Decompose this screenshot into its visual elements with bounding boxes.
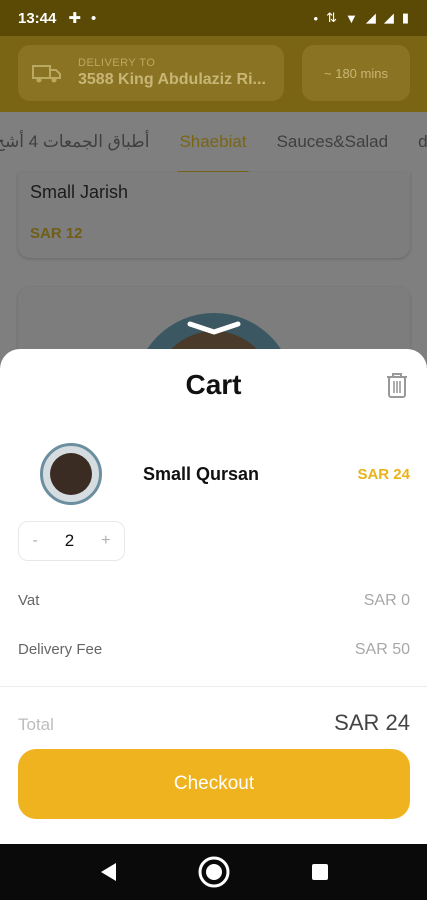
tab-desserts[interactable]: de (418, 132, 427, 152)
medical-cross-icon: ✚ (68, 10, 81, 27)
battery-icon: ▮ (401, 10, 409, 25)
delivery-fee-value: SAR 50 (354, 641, 410, 658)
menu-item-price: SAR 12 (30, 225, 83, 242)
sheet-handle-chevron-icon[interactable] (186, 320, 242, 336)
header: DELIVERY TO 3588 King Abdulaziz Ri... ~ … (0, 36, 427, 112)
delivery-label: DELIVERY TO (78, 57, 156, 69)
increase-quantity-button[interactable]: + (101, 532, 110, 550)
category-tabs: أطباق الجمعات 4 أشخ Shaebiat Sauces&Sala… (0, 112, 427, 172)
back-icon[interactable] (91, 855, 125, 889)
cart-title: Cart (185, 369, 242, 400)
notification-dot-icon: • (313, 10, 319, 26)
data-arrows-icon: ⇅ (326, 10, 337, 25)
total-label: Total (18, 715, 54, 734)
delivery-address-selector[interactable]: DELIVERY TO 3588 King Abdulaziz Ri... (18, 45, 284, 101)
notification-dot-icon: • (90, 9, 97, 27)
vat-row: Vat SAR 0 (18, 592, 410, 610)
vat-label: Vat (18, 592, 40, 609)
total-value: SAR 24 (334, 710, 410, 735)
checkout-button[interactable]: Checkout (18, 749, 410, 819)
tab-sauces-salad[interactable]: Sauces&Salad (277, 132, 389, 152)
vat-value: SAR 0 (363, 592, 410, 609)
decrease-quantity-button[interactable]: - (32, 532, 37, 550)
total-row: Total SAR 24 (18, 710, 410, 736)
recents-icon[interactable] (303, 855, 337, 889)
divider (0, 686, 427, 687)
delivery-address: 3588 King Abdulaziz Ri... (78, 71, 266, 88)
cart-item-image (40, 443, 102, 505)
delivery-fee-row: Delivery Fee SAR 50 (18, 641, 410, 659)
signal-icon-2: ◢ (383, 10, 394, 25)
quantity-value: 2 (64, 531, 75, 550)
eta-badge: ~ 180 mins (302, 45, 410, 101)
cart-item-name: Small Qursan (143, 464, 260, 484)
system-nav-bar (0, 844, 427, 900)
status-bar: 13:44 ✚ • • ⇅ ▼ ◢ ◢ ▮ (0, 0, 427, 36)
cart-item-price: SAR 24 (357, 466, 410, 483)
menu-item-card[interactable]: Small Jarish SAR 12 (18, 172, 410, 258)
tab-gatherings[interactable]: أطباق الجمعات 4 أشخ (0, 132, 149, 152)
signal-icon: ◢ (365, 10, 376, 25)
quantity-stepper: - 2 + (18, 521, 125, 561)
cart-sheet: Cart Small Qursan SAR 24 - 2 + Vat SAR 0… (0, 349, 427, 844)
tab-shaebiat[interactable]: Shaebiat (177, 132, 249, 172)
status-time: 13:44 (18, 9, 57, 27)
home-icon[interactable] (197, 855, 231, 889)
trash-icon[interactable] (385, 371, 409, 399)
delivery-truck-icon (32, 62, 62, 84)
wifi-icon: ▼ (344, 10, 358, 26)
delivery-fee-label: Delivery Fee (18, 641, 103, 658)
menu-item-name: Small Jarish (30, 182, 129, 202)
